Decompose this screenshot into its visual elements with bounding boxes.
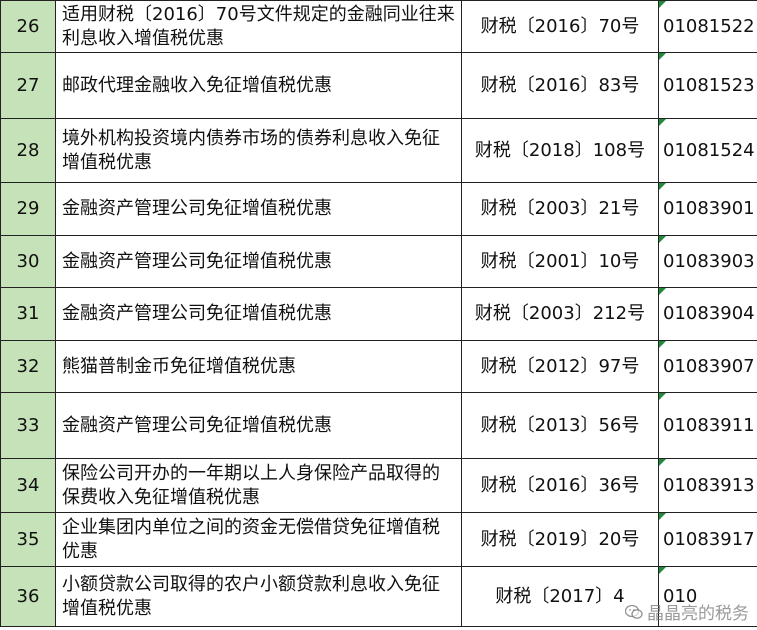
table-row: 28 境外机构投资境内债券市场的债券利息收入免征增值税优惠 财税〔2018〕10… [0, 118, 757, 183]
preference-code: 01083907 [658, 340, 757, 393]
preference-code: 01083901 [658, 182, 757, 236]
table-row: 33 金融资产管理公司免征增值税优惠 财税〔2013〕56号 01083911 [0, 392, 757, 459]
preference-name: 熊猫普制金币免征增值税优惠 [55, 340, 462, 393]
document-number: 财税〔2013〕56号 [461, 392, 659, 459]
preference-name: 境外机构投资境内债券市场的债券利息收入免征增值税优惠 [55, 118, 462, 183]
row-number: 26 [0, 0, 56, 53]
document-number: 财税〔2019〕20号 [461, 512, 659, 567]
preference-code: 01081522 [658, 0, 757, 53]
preference-code: 010 [658, 566, 757, 627]
preference-code: 01083904 [658, 287, 757, 341]
row-number: 29 [0, 182, 56, 236]
document-number: 财税〔2003〕212号 [461, 287, 659, 341]
document-number: 财税〔2016〕70号 [461, 0, 659, 53]
table-row: 26 适用财税〔2016〕70号文件规定的金融同业往来利息收入增值税优惠 财税〔… [0, 0, 757, 53]
document-number: 财税〔2001〕10号 [461, 235, 659, 288]
preference-code: 01083903 [658, 235, 757, 288]
preference-code: 01081524 [658, 118, 757, 183]
preference-code: 01083911 [658, 392, 757, 459]
row-number: 27 [0, 52, 56, 119]
preference-name: 保险公司开办的一年期以上人身保险产品取得的保费收入免征增值税优惠 [55, 458, 462, 513]
document-number: 财税〔2018〕108号 [461, 118, 659, 183]
row-number: 30 [0, 235, 56, 288]
table-row: 30 金融资产管理公司免征增值税优惠 财税〔2001〕10号 01083903 [0, 235, 757, 288]
preference-name: 金融资产管理公司免征增值税优惠 [55, 235, 462, 288]
row-number: 28 [0, 118, 56, 183]
row-number: 34 [0, 458, 56, 513]
preference-code: 01083913 [658, 458, 757, 513]
table-row: 35 企业集团内单位之间的资金无偿借贷免征增值税优惠 财税〔2019〕20号 0… [0, 512, 757, 567]
preference-name: 金融资产管理公司免征增值税优惠 [55, 392, 462, 459]
row-number: 35 [0, 512, 56, 567]
preference-name: 金融资产管理公司免征增值税优惠 [55, 182, 462, 236]
tax-preference-table: 26 适用财税〔2016〕70号文件规定的金融同业往来利息收入增值税优惠 财税〔… [0, 0, 757, 627]
document-number: 财税〔2016〕36号 [461, 458, 659, 513]
document-number: 财税〔2017〕4 [461, 566, 659, 627]
preference-name: 企业集团内单位之间的资金无偿借贷免征增值税优惠 [55, 512, 462, 567]
preference-code: 01083917 [658, 512, 757, 567]
table-row: 27 邮政代理金融收入免征增值税优惠 财税〔2016〕83号 01081523 [0, 52, 757, 119]
document-number: 财税〔2016〕83号 [461, 52, 659, 119]
table-row: 29 金融资产管理公司免征增值税优惠 财税〔2003〕21号 01083901 [0, 182, 757, 236]
row-number: 33 [0, 392, 56, 459]
row-number: 31 [0, 287, 56, 341]
preference-name: 小额贷款公司取得的农户小额贷款利息收入免征增值税优惠 [55, 566, 462, 627]
table-row: 31 金融资产管理公司免征增值税优惠 财税〔2003〕212号 01083904 [0, 287, 757, 341]
row-number: 32 [0, 340, 56, 393]
preference-name: 金融资产管理公司免征增值税优惠 [55, 287, 462, 341]
preference-code: 01081523 [658, 52, 757, 119]
row-number: 36 [0, 566, 56, 627]
preference-name: 邮政代理金融收入免征增值税优惠 [55, 52, 462, 119]
document-number: 财税〔2003〕21号 [461, 182, 659, 236]
table-row: 36 小额贷款公司取得的农户小额贷款利息收入免征增值税优惠 财税〔2017〕4 … [0, 566, 757, 627]
table-row: 32 熊猫普制金币免征增值税优惠 财税〔2012〕97号 01083907 [0, 340, 757, 393]
document-number: 财税〔2012〕97号 [461, 340, 659, 393]
preference-name: 适用财税〔2016〕70号文件规定的金融同业往来利息收入增值税优惠 [55, 0, 462, 53]
table-row: 34 保险公司开办的一年期以上人身保险产品取得的保费收入免征增值税优惠 财税〔2… [0, 458, 757, 513]
